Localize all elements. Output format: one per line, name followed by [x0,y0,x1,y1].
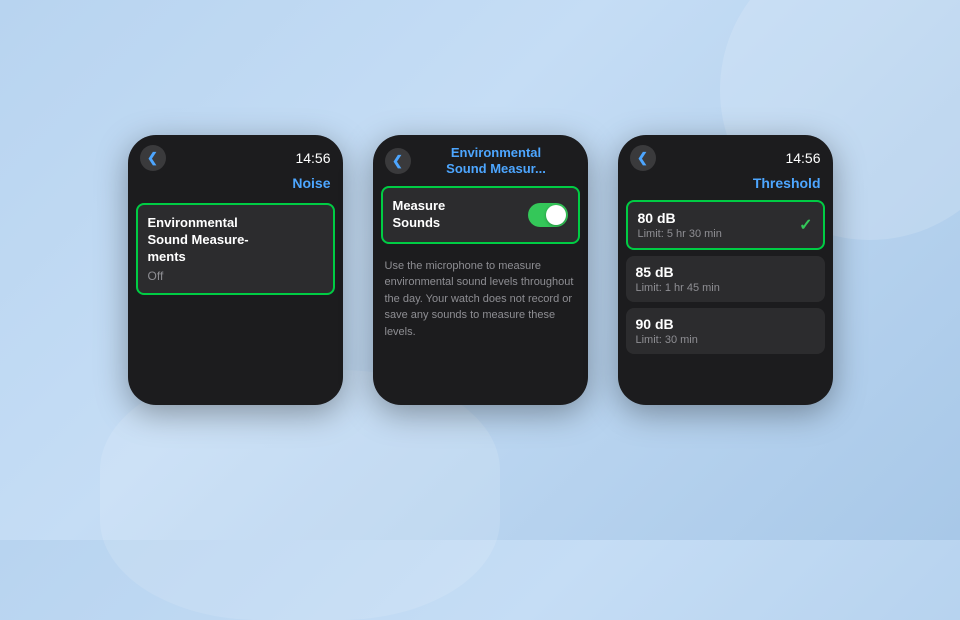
back-button-screen1[interactable]: ❮ [140,145,166,171]
threshold-90-limit: Limit: 30 min [636,334,698,346]
threshold-item-90db[interactable]: 90 dB Limit: 30 min [626,308,825,354]
screen1-title: Noise [292,175,330,191]
toggle-label: Measure Sounds [393,198,446,232]
screen1-time: 14:56 [295,150,330,166]
environmental-sound-menu-item[interactable]: Environmental Sound Measure- ments Off [136,203,335,295]
screen2-header: ❮ Environmental Sound Measur... [373,135,588,180]
screen1-header: ❮ 14:56 [128,135,343,175]
measure-sounds-toggle[interactable] [528,203,568,227]
measure-sounds-toggle-row[interactable]: Measure Sounds [381,186,580,244]
description-text: Use the microphone to measure environmen… [373,250,588,349]
watch-screen-3: ❮ 14:56 Threshold 80 dB Limit: 5 hr 30 m… [618,135,833,405]
screen2-title: Environmental Sound Measur... [417,145,576,176]
screen3-time: 14:56 [785,150,820,166]
threshold-80-limit: Limit: 5 hr 30 min [638,228,722,240]
menu-item-line1: Environmental Sound Measure- ments [148,215,323,266]
watch-screen-1: ❮ 14:56 Noise Environmental Sound Measur… [128,135,343,405]
back-button-screen3[interactable]: ❮ [630,145,656,171]
back-icon: ❮ [147,150,158,166]
menu-item-status: Off [148,269,323,283]
screen3-title: Threshold [753,175,821,191]
threshold-90-db: 90 dB [636,316,698,332]
toggle-knob [546,205,566,225]
back-button-screen2[interactable]: ❮ [385,148,411,174]
threshold-80-db: 80 dB [638,210,722,226]
threshold-85-limit: Limit: 1 hr 45 min [636,282,720,294]
back-icon-2: ❮ [392,153,403,169]
checkmark-icon: ✓ [799,215,812,235]
threshold-item-80db[interactable]: 80 dB Limit: 5 hr 30 min ✓ [626,200,825,250]
watch-screen-2: ❮ Environmental Sound Measur... Measure … [373,135,588,405]
back-icon-3: ❮ [637,150,648,166]
screen3-header: ❮ 14:56 [618,135,833,175]
threshold-85-db: 85 dB [636,264,720,280]
threshold-item-85db[interactable]: 85 dB Limit: 1 hr 45 min [626,256,825,302]
